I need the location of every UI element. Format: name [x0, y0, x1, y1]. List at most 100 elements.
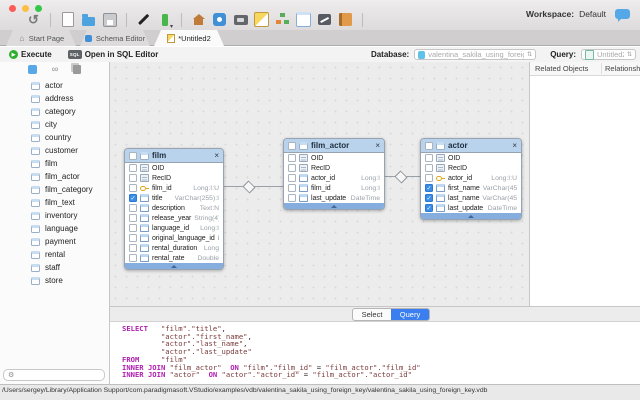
field-row-OID[interactable]: OID: [125, 163, 223, 173]
field-checkbox[interactable]: [129, 244, 137, 252]
save-icon[interactable]: [102, 12, 117, 27]
sql-tab-query[interactable]: Query: [391, 309, 429, 320]
column-divider[interactable]: [601, 63, 602, 74]
field-checkbox[interactable]: [129, 214, 137, 222]
field-row-first_name[interactable]: ✓first_nameVarChar(45): [421, 183, 521, 193]
sidebar-item-store[interactable]: store: [0, 274, 108, 287]
field-row-original_language_id[interactable]: original_language_idLo...: [125, 233, 223, 243]
table-header-film[interactable]: film×: [125, 149, 223, 163]
schema-editor-icon[interactable]: [212, 12, 227, 27]
relation-diamond-icon[interactable]: [242, 180, 255, 193]
field-row-OID[interactable]: OID: [284, 153, 384, 163]
close-icon[interactable]: ×: [214, 152, 219, 160]
field-checkbox[interactable]: ✓: [425, 194, 433, 202]
workspace-value[interactable]: Default: [579, 9, 606, 19]
table-header-film_actor[interactable]: film_actor×: [284, 139, 384, 153]
field-row-rental_duration[interactable]: rental_durationLong: [125, 243, 223, 253]
field-row-RecID[interactable]: RecID: [284, 163, 384, 173]
field-checkbox[interactable]: [288, 194, 296, 202]
sidebar-item-payment[interactable]: payment: [0, 235, 108, 248]
sql-editor[interactable]: SELECT "film"."title", "actor"."first_na…: [110, 322, 640, 379]
field-checkbox[interactable]: [129, 204, 137, 212]
sidebar-item-language[interactable]: language: [0, 222, 108, 235]
field-row-actor_id[interactable]: actor_idLong:I:U: [421, 173, 521, 183]
field-row-rental_rate[interactable]: rental_rateDouble: [125, 253, 223, 263]
field-checkbox[interactable]: [129, 184, 137, 192]
window-icon[interactable]: [296, 12, 311, 27]
query-select[interactable]: Untitled2 ⇅: [581, 49, 636, 60]
sidebar-item-film[interactable]: film: [0, 157, 108, 170]
sql-editor-icon[interactable]: [233, 12, 248, 27]
more-fields-indicator[interactable]: [125, 263, 223, 269]
copy-view-icon[interactable]: [73, 65, 81, 74]
sidebar-item-customer[interactable]: customer: [0, 144, 108, 157]
field-checkbox[interactable]: [129, 234, 137, 242]
more-fields-indicator[interactable]: [421, 213, 521, 219]
chart-icon[interactable]: [317, 12, 332, 27]
field-row-film_id[interactable]: film_idLong:I: [284, 183, 384, 193]
open-folder-icon[interactable]: [81, 12, 96, 27]
field-checkbox[interactable]: ✓: [425, 204, 433, 212]
undo-icon[interactable]: ↺: [26, 12, 41, 27]
field-checkbox[interactable]: [425, 154, 433, 162]
table-checkbox[interactable]: [425, 142, 433, 150]
field-checkbox[interactable]: [425, 174, 433, 182]
sidebar-item-film_actor[interactable]: film_actor: [0, 170, 108, 183]
more-fields-indicator[interactable]: [284, 203, 384, 209]
field-row-description[interactable]: descriptionText:N: [125, 203, 223, 213]
field-checkbox[interactable]: ✓: [425, 184, 433, 192]
sidebar-item-address[interactable]: address: [0, 92, 108, 105]
tab-untitled2[interactable]: *Untitled2: [154, 30, 224, 46]
sidebar-item-film_category[interactable]: film_category: [0, 183, 108, 196]
field-row-language_id[interactable]: language_idLong:I: [125, 223, 223, 233]
field-row-actor_id[interactable]: actor_idLong:I: [284, 173, 384, 183]
field-row-OID[interactable]: OID: [421, 153, 521, 163]
field-row-release_year[interactable]: release_yearString(4):N: [125, 213, 223, 223]
sidebar-filter-box[interactable]: ⚙: [3, 369, 105, 381]
report-icon[interactable]: [338, 12, 353, 27]
field-row-last_update[interactable]: ✓last_updateDateTime: [421, 203, 521, 213]
field-checkbox[interactable]: ✓: [129, 194, 137, 202]
table-checkbox[interactable]: [288, 142, 296, 150]
field-row-film_id[interactable]: film_idLong:I:U: [125, 183, 223, 193]
links-view-icon[interactable]: ∞: [52, 65, 58, 74]
table-checkbox[interactable]: [129, 152, 137, 160]
field-checkbox[interactable]: [425, 164, 433, 172]
field-row-last_update[interactable]: last_updateDateTime: [284, 193, 384, 203]
sidebar-item-actor[interactable]: actor: [0, 79, 108, 92]
field-row-title[interactable]: ✓titleVarChar(255):I: [125, 193, 223, 203]
table-actor[interactable]: actor×OIDRecIDactor_idLong:I:U✓first_nam…: [420, 138, 522, 220]
diagram-icon[interactable]: [254, 12, 269, 27]
chat-bubble-icon[interactable]: [615, 9, 630, 19]
field-checkbox[interactable]: [129, 174, 137, 182]
sql-tab-select[interactable]: Select: [353, 309, 391, 320]
table-film_actor[interactable]: film_actor×OIDRecIDactor_idLong:Ifilm_id…: [283, 138, 385, 210]
execute-button[interactable]: ▶ Execute: [9, 50, 52, 59]
column-header-related-objects[interactable]: Related Objects: [535, 64, 588, 73]
table-header-actor[interactable]: actor×: [421, 139, 521, 153]
field-row-last_name[interactable]: ✓last_nameVarChar(45):I: [421, 193, 521, 203]
sidebar-item-film_text[interactable]: film_text: [0, 196, 108, 209]
field-checkbox[interactable]: [129, 224, 137, 232]
traffic-light-close[interactable]: [9, 5, 16, 12]
tab-start-page[interactable]: Start Page: [6, 30, 76, 46]
field-checkbox[interactable]: [288, 184, 296, 192]
field-checkbox[interactable]: [288, 154, 296, 162]
sidebar-item-country[interactable]: country: [0, 131, 108, 144]
close-icon[interactable]: ×: [512, 142, 517, 150]
sidebar-item-city[interactable]: city: [0, 118, 108, 131]
sidebar-item-staff[interactable]: staff: [0, 261, 108, 274]
field-checkbox[interactable]: [288, 164, 296, 172]
close-icon[interactable]: ×: [375, 142, 380, 150]
open-in-sql-editor-button[interactable]: SQL Open in SQL Editor: [68, 50, 159, 59]
database-select[interactable]: valentina_sakila_using_foreign_key ⇅: [414, 49, 536, 60]
field-row-RecID[interactable]: RecID: [421, 163, 521, 173]
new-file-icon[interactable]: [60, 12, 75, 27]
field-row-RecID[interactable]: RecID: [125, 173, 223, 183]
relation-diamond-icon[interactable]: [394, 170, 407, 183]
home-icon[interactable]: [191, 12, 206, 27]
hierarchy-icon[interactable]: [275, 12, 290, 27]
add-table-icon[interactable]: [157, 12, 172, 27]
diagram-canvas[interactable]: film×OIDRecIDfilm_idLong:I:U✓titleVarCha…: [110, 62, 530, 306]
column-header-relationship[interactable]: Relationship: [605, 64, 640, 73]
